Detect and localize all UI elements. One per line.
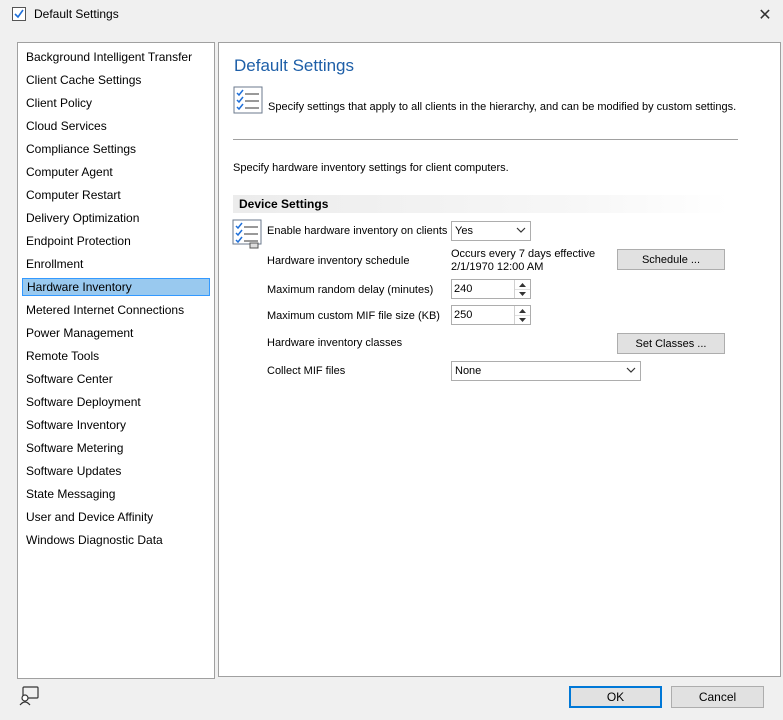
nav-item-delivery-optimization[interactable]: Delivery Optimization (22, 209, 210, 227)
enable-inventory-label: Enable hardware inventory on clients (267, 225, 448, 237)
inventory-classes-label: Hardware inventory classes (267, 337, 403, 349)
chevron-down-icon (626, 367, 636, 373)
device-settings-header: Device Settings (233, 195, 729, 213)
settings-content-panel: Default Settings Specify settings that a… (218, 42, 781, 677)
nav-item-computer-agent[interactable]: Computer Agent (22, 163, 210, 181)
chevron-down-icon (519, 317, 526, 322)
schedule-label: Hardware inventory schedule (267, 255, 410, 267)
nav-item-software-deployment[interactable]: Software Deployment (22, 393, 210, 411)
close-button[interactable]: ✕ (752, 4, 778, 26)
help-feedback-icon[interactable] (18, 686, 40, 706)
ok-button[interactable]: OK (569, 686, 662, 708)
mif-size-label: Maximum custom MIF file size (KB) (267, 310, 440, 322)
settings-list-icon (232, 219, 262, 249)
set-classes-button[interactable]: Set Classes ... (617, 333, 725, 354)
chevron-down-icon (516, 227, 526, 233)
nav-item-client-cache-settings[interactable]: Client Cache Settings (22, 71, 210, 89)
nav-item-software-updates[interactable]: Software Updates (22, 462, 210, 480)
nav-item-software-center[interactable]: Software Center (22, 370, 210, 388)
settings-checkbox-icon (12, 7, 26, 21)
schedule-value-line1: Occurs every 7 days effective (451, 248, 596, 260)
nav-item-windows-diagnostic-data[interactable]: Windows Diagnostic Data (22, 531, 210, 549)
nav-item-computer-restart[interactable]: Computer Restart (22, 186, 210, 204)
random-delay-value: 240 (454, 283, 473, 295)
nav-item-software-inventory[interactable]: Software Inventory (22, 416, 210, 434)
group-header-label: Device Settings (239, 197, 329, 211)
collect-mif-value: None (455, 365, 482, 377)
nav-item-state-messaging[interactable]: State Messaging (22, 485, 210, 503)
nav-item-endpoint-protection[interactable]: Endpoint Protection (22, 232, 210, 250)
nav-item-power-management[interactable]: Power Management (22, 324, 210, 342)
nav-item-background-intelligent-transfer[interactable]: Background Intelligent Transfer (22, 48, 210, 66)
nav-item-enrollment[interactable]: Enrollment (22, 255, 210, 273)
nav-item-client-policy[interactable]: Client Policy (22, 94, 210, 112)
nav-item-cloud-services[interactable]: Cloud Services (22, 117, 210, 135)
mif-size-value: 250 (454, 309, 473, 321)
chevron-up-icon (519, 308, 526, 313)
window-title: Default Settings (34, 7, 119, 21)
enable-inventory-value: Yes (455, 225, 473, 237)
nav-item-software-metering[interactable]: Software Metering (22, 439, 210, 457)
spin-down-button[interactable] (515, 289, 530, 298)
schedule-value-line2: 2/1/1970 12:00 AM (451, 261, 544, 273)
mif-size-spinner[interactable]: 250 (451, 305, 531, 325)
nav-item-metered-internet-connections[interactable]: Metered Internet Connections (22, 301, 210, 319)
chevron-down-icon (519, 291, 526, 296)
nav-item-compliance-settings[interactable]: Compliance Settings (22, 140, 210, 158)
collect-mif-label: Collect MIF files (267, 365, 346, 377)
divider (233, 139, 738, 140)
collect-mif-dropdown[interactable]: None (451, 361, 641, 381)
section-description: Specify hardware inventory settings for … (233, 162, 509, 174)
title-bar: Default Settings ✕ (0, 0, 783, 30)
intro-text: Specify settings that apply to all clien… (268, 101, 737, 113)
settings-list-icon (233, 86, 263, 114)
spin-down-button[interactable] (515, 315, 530, 324)
settings-category-list: Background Intelligent Transfer Client C… (17, 42, 215, 679)
enable-inventory-dropdown[interactable]: Yes (451, 221, 531, 241)
nav-item-remote-tools[interactable]: Remote Tools (22, 347, 210, 365)
cancel-button[interactable]: Cancel (671, 686, 764, 708)
nav-item-hardware-inventory[interactable]: Hardware Inventory (22, 278, 210, 296)
chevron-up-icon (519, 282, 526, 287)
page-title: Default Settings (234, 56, 355, 75)
nav-item-user-and-device-affinity[interactable]: User and Device Affinity (22, 508, 210, 526)
random-delay-label: Maximum random delay (minutes) (267, 284, 434, 296)
schedule-button[interactable]: Schedule ... (617, 249, 725, 270)
close-icon: ✕ (758, 7, 772, 24)
random-delay-spinner[interactable]: 240 (451, 279, 531, 299)
